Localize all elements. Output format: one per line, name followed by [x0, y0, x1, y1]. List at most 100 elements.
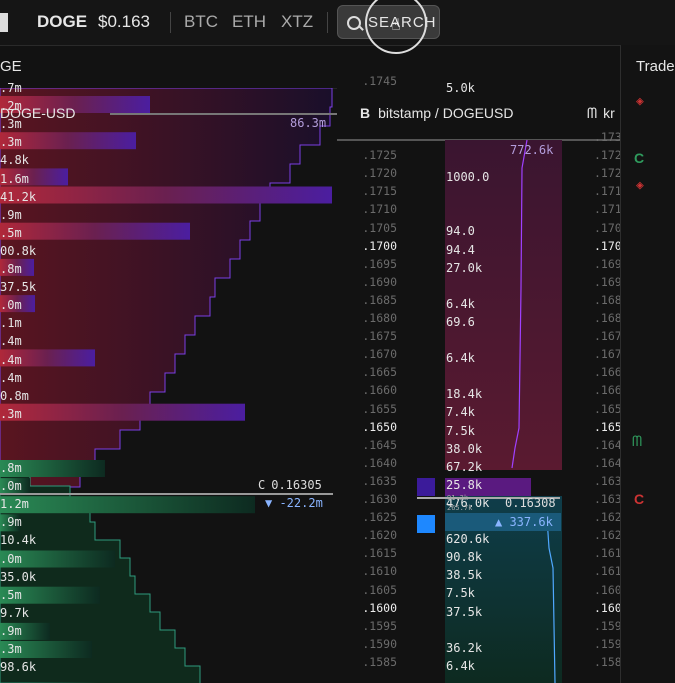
- ask-bar: [0, 186, 332, 204]
- ask-size: .4m: [0, 334, 22, 349]
- price-level: .1640: [362, 455, 397, 470]
- price-level: .1650: [362, 419, 397, 434]
- right-cumulative-top: 772.6k: [510, 143, 554, 157]
- tab-eth[interactable]: ETH: [232, 12, 266, 32]
- trades-title: Trade: [636, 58, 675, 75]
- ask-size: 00.8k: [0, 243, 37, 258]
- price-level: .1660: [362, 383, 397, 398]
- right-size: 94.4: [446, 242, 475, 257]
- bitstamp-icon: B: [360, 105, 371, 121]
- tab-xtz[interactable]: XTZ: [281, 12, 313, 32]
- right-size: 6.4k: [446, 351, 475, 366]
- price-level: .1590: [362, 636, 397, 651]
- bid-size: 9.7k: [0, 605, 29, 620]
- price-level: .1715: [362, 184, 397, 199]
- ask-size: .8m: [0, 262, 22, 276]
- ask-bar: [0, 222, 190, 240]
- bid-size: .5m: [0, 587, 22, 602]
- tab-btc[interactable]: BTC: [184, 12, 218, 32]
- ask-size: .3m: [0, 135, 22, 150]
- ask-size: 37.5k: [0, 280, 37, 295]
- price-level: .1610: [362, 564, 397, 579]
- right-size: 7.4k: [446, 405, 475, 420]
- right-size: 620.6k: [446, 532, 490, 547]
- book-tab-label[interactable]: GE: [0, 58, 22, 75]
- left-depth-svg: [0, 88, 333, 683]
- price-level: .1600: [362, 600, 397, 615]
- bid-size: 35.0k: [0, 569, 37, 584]
- cumulative-top: 86.3m: [290, 116, 327, 130]
- right-size: 7.5k: [446, 423, 475, 438]
- ask-size: .4m: [0, 370, 22, 385]
- price-ladder: .1745.1730.1725.1720.1715.1710.1705.1700…: [337, 74, 417, 683]
- right-depth-svg: [417, 139, 562, 683]
- right-size: 67.2k: [446, 459, 483, 474]
- bid-size: .9m: [0, 515, 22, 530]
- ask-size: .2m: [0, 99, 22, 114]
- price-level: .1705: [362, 220, 397, 235]
- bid-size: 1.2m: [0, 497, 29, 512]
- price-level: .1635: [362, 473, 397, 488]
- binance-icon: ◈: [636, 94, 644, 109]
- bid-size: .3m: [0, 642, 22, 656]
- right-size: 5.0k: [446, 81, 475, 95]
- coinbase-trade-icon: C: [634, 150, 645, 166]
- ask-size: 4.8k: [0, 153, 29, 168]
- right-size: 37.5k: [446, 604, 483, 619]
- right-mid-small-2: 265.7k: [447, 504, 473, 512]
- price-level: .1690: [362, 274, 397, 289]
- right-size: 18.4k: [446, 387, 483, 402]
- right-size: 38.0k: [446, 441, 483, 456]
- price-level: .1710: [362, 202, 397, 217]
- price-level: .1675: [362, 329, 397, 344]
- search-icon-handle: [358, 25, 364, 31]
- price-level: .1695: [362, 256, 397, 271]
- ask-size: .5m: [0, 225, 22, 240]
- ask-size: .0m: [0, 298, 22, 313]
- right-size: 94.0: [446, 224, 475, 239]
- bid-size: .9m: [0, 623, 22, 638]
- right-ask-marker: [417, 478, 435, 496]
- price-level: .1615: [362, 546, 397, 561]
- trades-panel: [620, 45, 675, 683]
- symbol-label[interactable]: DOGE: [37, 12, 87, 32]
- right-size: 7.5k: [446, 586, 475, 601]
- app-logo-icon: [0, 13, 8, 32]
- ask-size: .4m: [0, 352, 22, 367]
- hand-cursor-icon: ☝: [391, 15, 401, 34]
- price-label: $0.163: [98, 12, 150, 31]
- mid-change-label: ▼ -22.2m: [265, 496, 323, 510]
- price-level: .1620: [362, 528, 397, 543]
- right-mid-small-1: 91.3k: [447, 494, 469, 502]
- bid-size: .8m: [0, 461, 22, 475]
- right-size: 6.4k: [446, 658, 475, 673]
- right-size: 38.5k: [446, 568, 483, 583]
- right-mid-label: 0.16308: [505, 496, 556, 510]
- ask-size: 0.8m: [0, 388, 29, 403]
- price-level: .1630: [362, 492, 397, 506]
- right-depth-chart: [417, 88, 562, 683]
- right-cumulative-bottom: ▲ 337.6k: [495, 515, 553, 529]
- right-size: 6.4k: [446, 296, 475, 311]
- divider: [170, 12, 171, 33]
- divider: [327, 12, 328, 33]
- ask-size: .1m: [0, 316, 22, 331]
- ask-size: .7m: [0, 81, 22, 95]
- left-depth-chart: [0, 88, 337, 683]
- price-level: .1670: [362, 347, 397, 362]
- bid-size: 10.4k: [0, 533, 37, 548]
- right-size: 1000.0: [446, 170, 490, 185]
- price-level: .1745: [362, 74, 397, 88]
- price-level: .1680: [362, 311, 397, 325]
- price-level: .1720: [362, 166, 397, 181]
- price-level: .1585: [362, 654, 397, 669]
- right-size: 36.2k: [446, 640, 483, 655]
- coinbase-trade-icon: C: [634, 491, 645, 507]
- right-size: 25.8k: [446, 477, 483, 492]
- mid-price-label: C 0.16305: [258, 476, 322, 494]
- third-book-ladder: .1730.1725.1720.1715.1710.1705.1700.1695…: [562, 88, 629, 683]
- binance-icon: ◈: [636, 178, 644, 193]
- ask-bar: [0, 403, 245, 421]
- bid-bar: [0, 496, 255, 514]
- price-level: .1700: [362, 238, 397, 253]
